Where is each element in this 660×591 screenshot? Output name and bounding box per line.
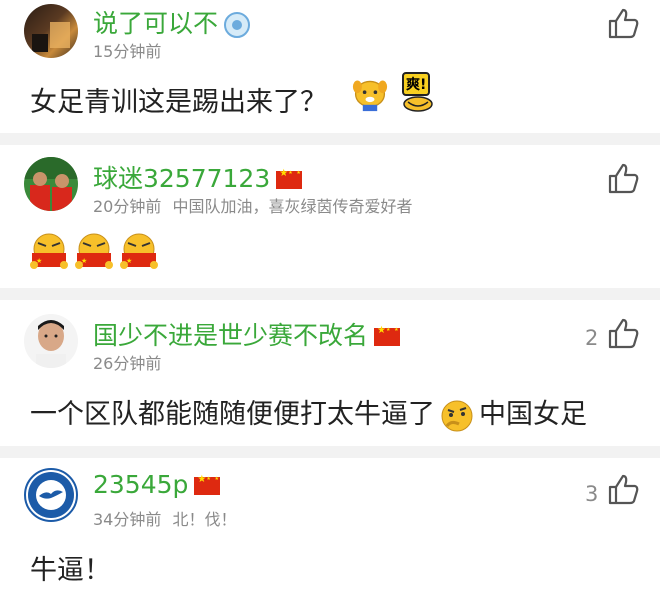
username-text[interactable]: 球迷32577123 [93, 164, 270, 193]
comment-meta: 34分钟前 北！伐！ [93, 506, 236, 530]
comment-2: 球迷32577123 20分钟前 中国队加油，喜灰绿茵传奇爱好者 ★ ★ ★ [0, 145, 660, 288]
comment-text-content: 女足青训这是踢出来了？ [30, 87, 327, 118]
flag-face-emoji-icon: ★ [75, 233, 113, 269]
comment-text: 女足青训这是踢出来了？ [30, 80, 327, 119]
avatar-image [24, 157, 78, 211]
flag-face-emoji-icon: ★ [30, 233, 68, 269]
avatar[interactable] [24, 157, 78, 211]
club-crest-icon [224, 12, 251, 38]
shuang-label: 爽! [402, 72, 431, 96]
comment-meta: 26分钟前 [93, 350, 161, 374]
comment-4: 23545p 34分钟前 北！伐！ 牛逼！ 3 [0, 458, 660, 591]
comment-3: 国少不进是世少赛不改名 26分钟前 一个区队都能随随便便打太牛逼了 中国女足 2 [0, 300, 660, 446]
username[interactable]: 23545p [93, 470, 221, 499]
brighton-crest-icon [28, 472, 74, 518]
thumbs-up-icon[interactable] [606, 161, 640, 195]
dog-emoji-icon [352, 80, 388, 112]
china-flag-icon [374, 325, 401, 346]
avatar[interactable] [24, 468, 78, 522]
divider [0, 446, 660, 458]
timestamp: 34分钟前 [93, 510, 162, 529]
divider [0, 288, 660, 300]
thinking-emoji-icon [441, 400, 473, 431]
divider [0, 133, 660, 145]
comment-text: 牛逼！ [30, 548, 111, 587]
timestamp: 26分钟前 [93, 354, 162, 373]
username[interactable]: 国少不进是世少赛不改名 [93, 316, 401, 352]
avatar[interactable] [24, 4, 78, 58]
like-count: 2 [585, 326, 599, 350]
username[interactable]: 说了可以不 [93, 4, 251, 40]
comment-text-content: 一个区队都能随随便便打太牛逼了 [30, 399, 435, 430]
comment-text-suffix: 中国女足 [479, 399, 587, 430]
thumbs-up-icon[interactable] [606, 472, 640, 506]
comment-text-content: 牛逼！ [30, 555, 111, 586]
username[interactable]: 球迷32577123 [93, 159, 303, 195]
comment-meta: 20分钟前 中国队加油，喜灰绿茵传奇爱好者 [93, 193, 412, 217]
avatar[interactable] [24, 314, 78, 368]
shuang-emoji-icon: 爽! [398, 72, 438, 114]
avatar-image [36, 320, 66, 368]
thumbs-up-icon[interactable] [606, 316, 640, 350]
username-text[interactable]: 23545p [93, 470, 188, 499]
china-flag-icon [194, 474, 221, 495]
username-text[interactable]: 国少不进是世少赛不改名 [93, 321, 368, 350]
user-signature: 中国队加油，喜灰绿茵传奇爱好者 [172, 197, 413, 216]
user-signature: 北！伐！ [172, 510, 237, 529]
username-text[interactable]: 说了可以不 [93, 9, 218, 38]
comment-text: 一个区队都能随随便便打太牛逼了 中国女足 [30, 392, 587, 434]
like-count: 3 [585, 482, 599, 506]
timestamp: 15分钟前 [93, 42, 162, 61]
china-flag-icon [276, 168, 303, 189]
thumbs-up-icon[interactable] [606, 6, 640, 40]
timestamp: 20分钟前 [93, 197, 162, 216]
flag-face-emoji-icon: ★ [120, 233, 158, 269]
avatar-image [32, 22, 70, 52]
comment-meta: 15分钟前 [93, 38, 161, 62]
comment-1: 说了可以不 15分钟前 女足青训这是踢出来了？ 爽! [0, 0, 660, 133]
